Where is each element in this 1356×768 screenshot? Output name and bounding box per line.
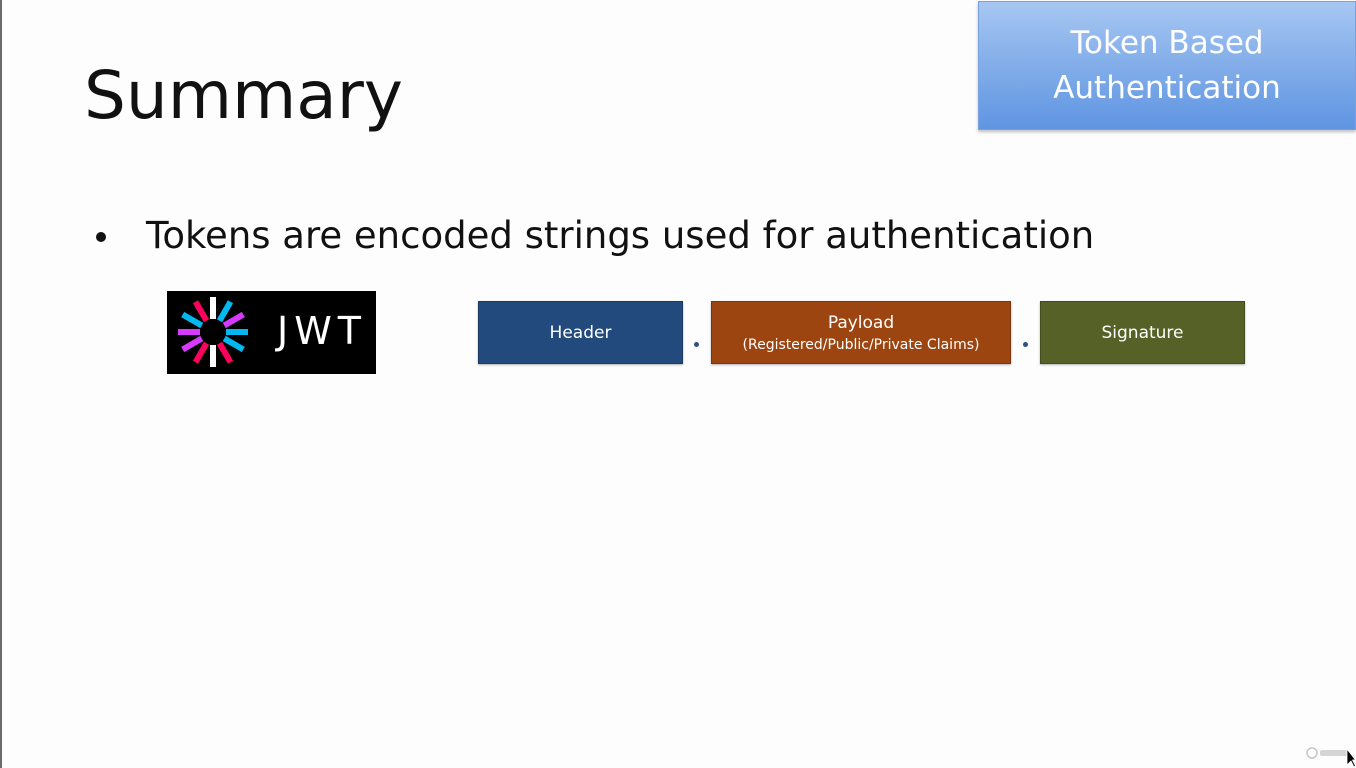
separator-dot-icon bbox=[1023, 342, 1028, 347]
token-part-payload: Payload (Registered/Public/Private Claim… bbox=[711, 301, 1011, 364]
token-part-sublabel: (Registered/Public/Private Claims) bbox=[742, 336, 980, 353]
token-part-signature: Signature bbox=[1040, 301, 1245, 364]
bullet-dot-icon bbox=[96, 232, 106, 242]
token-part-label: Payload bbox=[827, 312, 895, 333]
token-part-header: Header bbox=[478, 301, 683, 364]
topic-box: Token Based Authentication bbox=[978, 1, 1356, 130]
window-edge bbox=[0, 0, 2, 768]
separator-dot-icon bbox=[694, 342, 699, 347]
bullet-item: Tokens are encoded strings used for auth… bbox=[96, 212, 1094, 260]
mouse-cursor-icon bbox=[1346, 748, 1356, 768]
token-part-label: Signature bbox=[1101, 322, 1184, 343]
jwt-logo: JWT bbox=[167, 291, 376, 374]
jwt-logo-icon bbox=[178, 297, 248, 367]
slide-title: Summary bbox=[84, 57, 403, 134]
jwt-wordmark: JWT bbox=[277, 309, 367, 353]
bullet-text: Tokens are encoded strings used for auth… bbox=[146, 214, 1095, 257]
token-part-label: Header bbox=[549, 322, 612, 343]
slide: Summary Token Based Authentication Token… bbox=[0, 0, 1356, 768]
udemy-watermark-icon bbox=[1306, 747, 1348, 759]
